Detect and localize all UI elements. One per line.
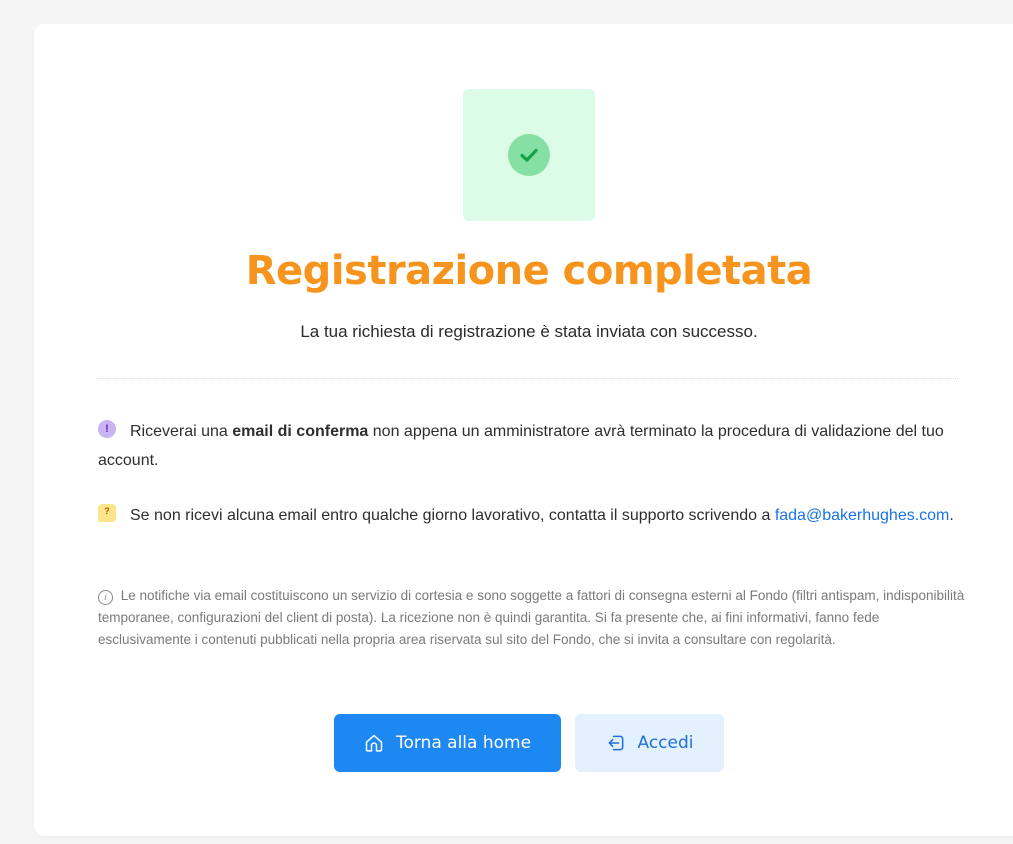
login-button-label: Accedi	[637, 733, 694, 753]
support-email-link[interactable]: fada@bakerhughes.com	[775, 507, 950, 524]
divider	[98, 378, 958, 379]
support-notice: ? Se non ricevi alcuna email entro qualch…	[98, 501, 968, 530]
login-icon	[608, 735, 623, 751]
home-icon	[365, 734, 383, 752]
disclaimer: i Le notifiche via email costituiscono u…	[98, 585, 968, 651]
home-button[interactable]: Torna alla home	[334, 714, 561, 772]
support-text-end: .	[949, 507, 954, 524]
info-icon: i	[98, 590, 113, 605]
question-bubble-icon: ?	[98, 504, 116, 522]
check-circle-icon	[508, 134, 550, 176]
disclaimer-text: Le notifiche via email costituiscono un …	[98, 588, 965, 647]
confirmation-notice: ! Riceverai una email di conferma non app…	[98, 417, 968, 475]
success-tile	[463, 89, 595, 221]
login-button[interactable]: Accedi	[575, 714, 724, 772]
notice-bold-text: email di conferma	[232, 423, 369, 440]
support-text: Se non ricevi alcuna email entro qualche…	[130, 507, 775, 524]
page-subtitle: La tua richiesta di registrazione è stat…	[300, 322, 758, 341]
notice-prefix: Riceverai una	[130, 423, 233, 440]
page-title: Registrazione completata	[245, 248, 813, 294]
registration-card: Registrazione completata La tua richiest…	[34, 24, 1013, 836]
home-button-label: Torna alla home	[395, 733, 532, 753]
exclamation-icon: !	[98, 420, 116, 438]
